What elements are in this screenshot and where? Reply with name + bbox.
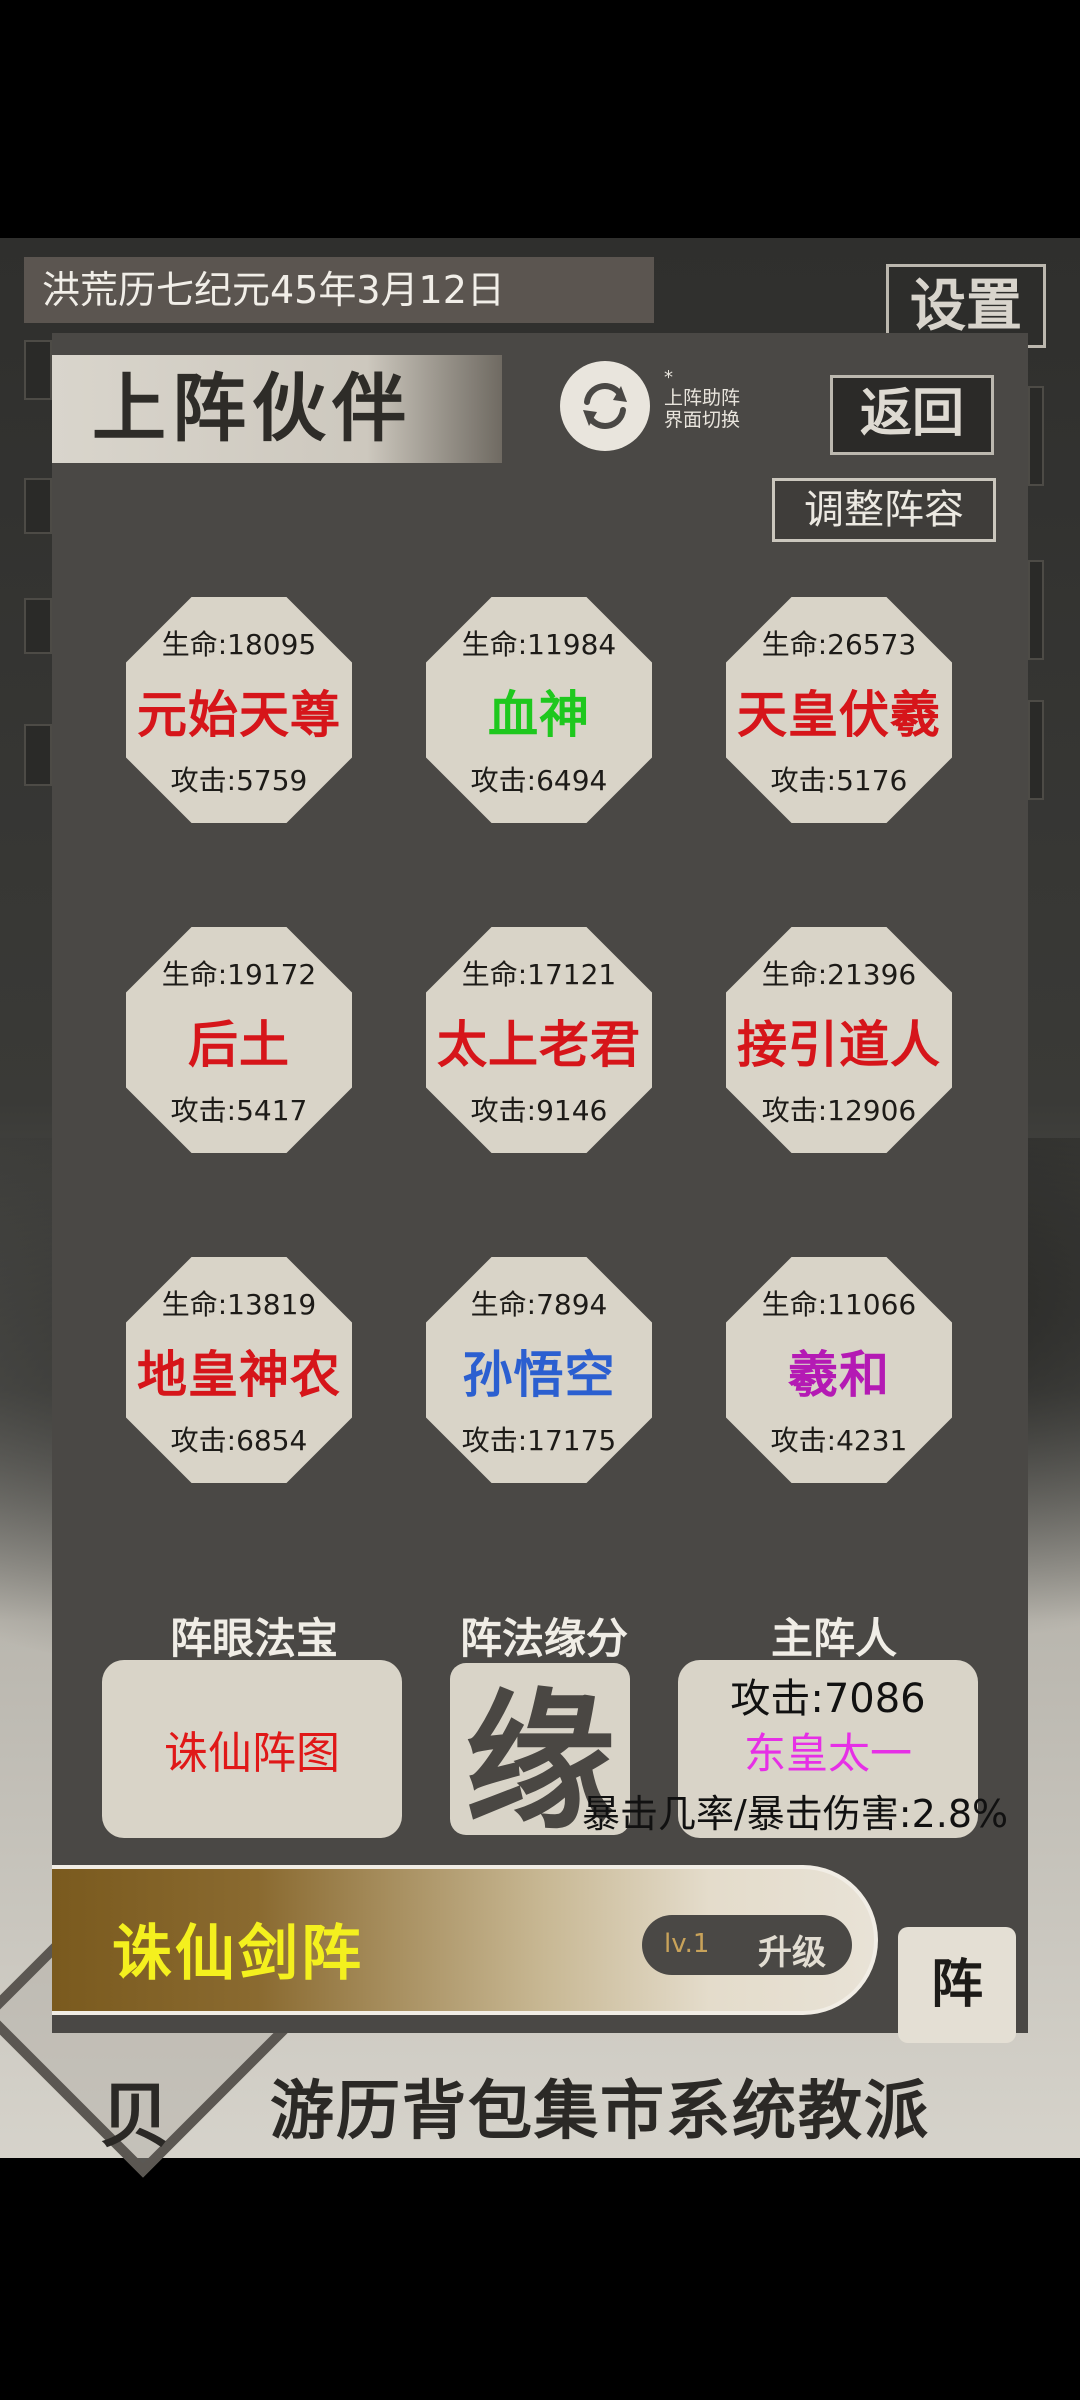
nav-system[interactable]: 系统 — [666, 2060, 798, 2152]
formation-level: lv.1 — [664, 1929, 710, 1959]
partner-hp: 生命:26573 — [761, 628, 917, 661]
nav-sect[interactable]: 教派 — [798, 2060, 930, 2152]
partner-card[interactable]: 生命:18095 元始天尊 攻击:5759 — [126, 597, 352, 823]
partner-attack: 攻击:5759 — [170, 764, 308, 797]
partner-card[interactable]: 生命:17121 太上老君 攻击:9146 — [426, 927, 652, 1153]
nav-market[interactable]: 集市 — [534, 2060, 666, 2152]
background-panel-stub — [24, 724, 52, 786]
lord-label: 主阵人 — [770, 1614, 897, 1663]
partner-hp: 生命:13819 — [161, 1288, 317, 1321]
partner-name: 元始天尊 — [137, 686, 341, 744]
partner-attack: 攻击:4231 — [770, 1424, 908, 1457]
partner-attack: 攻击:17175 — [461, 1424, 617, 1457]
partner-name: 血神 — [488, 686, 590, 744]
lord-name: 东皇太一 — [743, 1729, 912, 1778]
switch-view-button[interactable] — [560, 361, 650, 451]
lord-attack: 攻击:7086 — [730, 1676, 926, 1722]
partner-hp: 生命:18095 — [161, 628, 317, 661]
adjust-lineup-button[interactable]: 调整阵容 — [772, 478, 996, 542]
nav-travel[interactable]: 游历 — [270, 2060, 402, 2152]
partner-hp: 生命:19172 — [161, 958, 317, 991]
partner-hp: 生命:11066 — [761, 1288, 917, 1321]
note-line-2: 界面切换 — [664, 409, 741, 431]
note-line-1: 上阵助阵 — [664, 387, 741, 409]
note-star: * — [664, 367, 673, 388]
switch-view-note: * 上阵助阵 界面切换 — [664, 367, 784, 431]
background-panel-stub — [24, 478, 52, 534]
background-panel-stub — [1028, 700, 1044, 800]
dialog-title: 上阵伙伴 — [52, 355, 502, 463]
refresh-icon — [583, 383, 627, 429]
formation-name: 诛仙剑阵 — [112, 1919, 364, 1989]
background-panel-stub — [24, 340, 52, 400]
background-panel-stub — [1028, 386, 1044, 486]
nav-bag[interactable]: 背包 — [402, 2060, 534, 2152]
partner-attack: 攻击:6854 — [170, 1424, 308, 1457]
partner-name: 羲和 — [788, 1346, 890, 1404]
upgrade-button[interactable]: 升级 — [758, 1925, 826, 1974]
formation-bar: 诛仙剑阵 lv.1 升级 — [52, 1865, 878, 2015]
partner-card[interactable]: 生命:21396 接引道人 攻击:12906 — [726, 927, 952, 1153]
home-emblem-glyph: 贝 — [100, 2074, 170, 2157]
partner-card[interactable]: 生命:13819 地皇神农 攻击:6854 — [126, 1257, 352, 1483]
partner-hp: 生命:11984 — [461, 628, 617, 661]
background-panel-stub — [24, 598, 52, 654]
treasure-card[interactable]: 诛仙阵图 — [102, 1660, 402, 1838]
partner-name: 接引道人 — [737, 1016, 941, 1074]
partner-name: 太上老君 — [437, 1016, 641, 1074]
bottom-nav: 游历背包集市系统教派 — [270, 2060, 1060, 2150]
partner-attack: 攻击:6494 — [470, 764, 608, 797]
partner-card[interactable]: 生命:19172 后土 攻击:5417 — [126, 927, 352, 1153]
partner-attack: 攻击:5417 — [170, 1094, 308, 1127]
treasure-name: 诛仙阵图 — [164, 1728, 340, 1779]
partner-attack: 攻击:12906 — [761, 1094, 917, 1127]
back-button[interactable]: 返回 — [830, 375, 994, 455]
formation-button[interactable]: 阵 — [898, 1927, 1016, 2043]
partner-name: 地皇神农 — [137, 1346, 341, 1404]
partner-name: 孙悟空 — [462, 1346, 616, 1404]
partner-hp: 生命:21396 — [761, 958, 917, 991]
partner-hp: 生命:17121 — [461, 958, 617, 991]
partner-hp: 生命:7894 — [470, 1288, 608, 1321]
partner-card[interactable]: 生命:11066 羲和 攻击:4231 — [726, 1257, 952, 1483]
partner-card[interactable]: 生命:11984 血神 攻击:6494 — [426, 597, 652, 823]
game-date: 洪荒历七纪元45年3月12日 — [24, 257, 654, 323]
upgrade-pill[interactable]: lv.1 升级 — [642, 1915, 852, 1975]
partner-name: 天皇伏羲 — [737, 686, 941, 744]
treasure-label: 阵眼法宝 — [169, 1614, 338, 1663]
lineup-dialog: 上阵伙伴 * 上阵助阵 界面切换 返回 调整阵容 生命:18095 元始天尊 攻… — [52, 333, 1028, 2033]
partner-attack: 攻击:5176 — [770, 764, 908, 797]
crit-stat: 暴击几率/暴击伤害:2.8% — [582, 1792, 1009, 1836]
partner-attack: 攻击:9146 — [470, 1094, 608, 1127]
partner-card[interactable]: 生命:26573 天皇伏羲 攻击:5176 — [726, 597, 952, 823]
partner-name: 后土 — [188, 1016, 290, 1074]
partner-card[interactable]: 生命:7894 孙悟空 攻击:17175 — [426, 1257, 652, 1483]
background-panel-stub — [1028, 560, 1044, 660]
